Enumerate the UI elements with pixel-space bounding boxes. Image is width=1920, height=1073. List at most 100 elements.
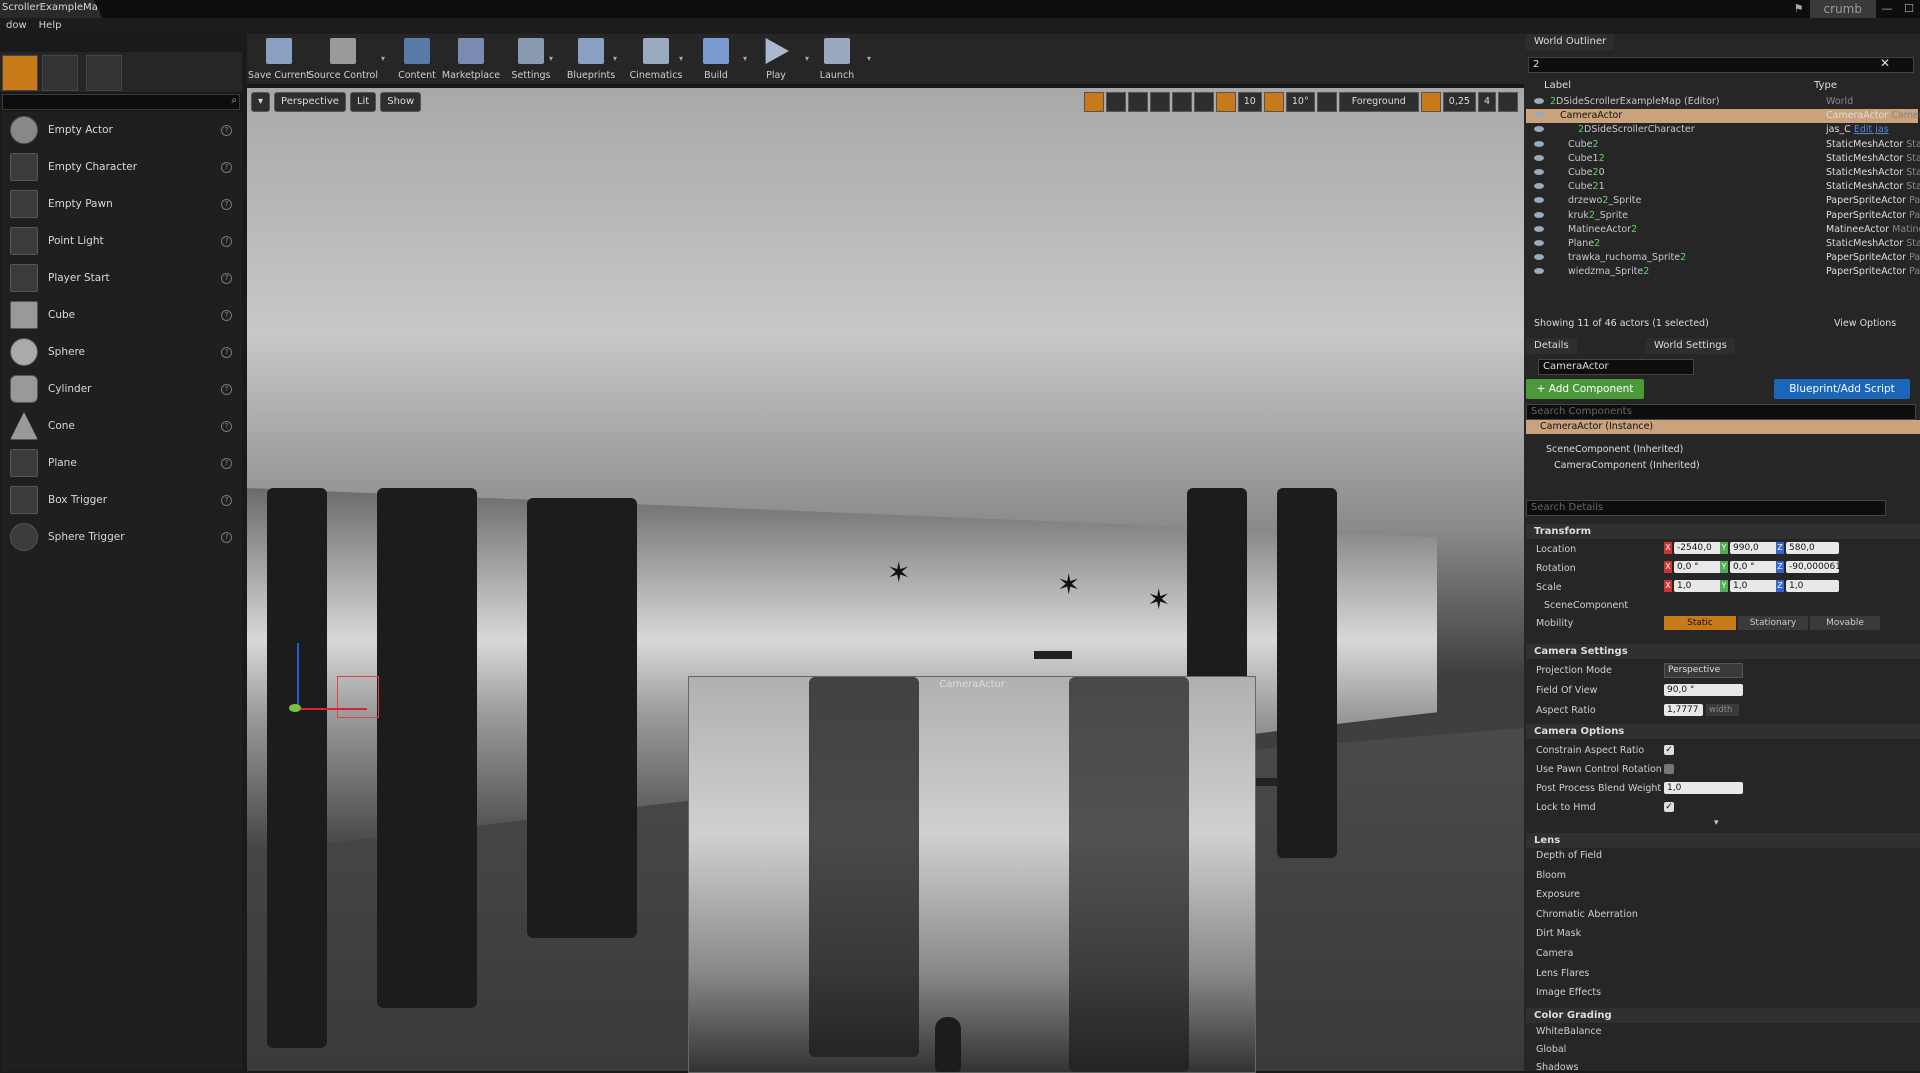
place-item-box-trigger[interactable]: Box Trigger? [2, 482, 240, 518]
col-type[interactable]: Type [1814, 80, 1837, 91]
visibility-eye-icon[interactable] [1534, 169, 1544, 175]
outliner-row[interactable]: drzewo2_Sprite PaperSpriteActor PaperSpri… [1526, 194, 1920, 208]
place-item-empty-character[interactable]: Empty Character? [2, 149, 240, 185]
pawn-rotation-checkbox[interactable] [1664, 764, 1674, 774]
translate-icon[interactable] [1083, 92, 1104, 112]
mobility-stationary-button[interactable]: Stationary [1738, 616, 1808, 630]
fov-field[interactable]: 90,0 ° [1664, 684, 1743, 696]
world-icon[interactable] [1171, 92, 1192, 112]
help-icon[interactable]: ? [221, 198, 232, 210]
aspect-unit-dropdown[interactable]: width [1706, 704, 1739, 716]
help-icon[interactable]: ? [221, 457, 232, 469]
witch-sprite[interactable]: ✶ [1147, 583, 1170, 616]
mobility-static-button[interactable]: Static [1664, 616, 1736, 630]
transform-header[interactable]: Transform [1526, 524, 1920, 539]
camera-options-header[interactable]: Camera Options [1526, 724, 1920, 739]
help-icon[interactable]: ? [221, 346, 232, 358]
place-item-plane[interactable]: Plane? [2, 445, 240, 481]
scl-z-field[interactable]: 1,0 [1786, 580, 1839, 592]
visibility-eye-icon[interactable] [1534, 154, 1544, 161]
actor-name-field[interactable]: CameraActor [1538, 359, 1694, 375]
help-icon[interactable]: ? [221, 420, 232, 432]
search-details-input[interactable]: Search Details [1526, 500, 1886, 516]
visibility-eye-icon[interactable] [1534, 225, 1544, 232]
scene-component-row[interactable]: SceneComponent (Inherited) [1546, 444, 1683, 455]
geometry-mode-icon[interactable] [86, 55, 122, 91]
cinematics-button[interactable]: Cinematics [627, 36, 685, 82]
outliner-row[interactable]: Cube12 StaticMeshActor StaticMeshActor [1526, 152, 1920, 166]
viewport-options-button[interactable]: ▾ [251, 92, 271, 112]
map-tab[interactable]: ScrollerExampleMap* [0, 0, 102, 18]
settings-button[interactable]: Settings [507, 36, 555, 82]
place-item-cone[interactable]: Cone? [2, 408, 240, 444]
grid-snap-icon[interactable] [1215, 92, 1236, 112]
outliner-row[interactable]: Cube21 StaticMeshActor StaticMeshActor [1526, 180, 1920, 194]
lit-button[interactable]: Lit [349, 92, 377, 112]
outliner-row[interactable]: MatineeActor2MatineeActor MatineeActor [1526, 223, 1920, 237]
maximize-icon[interactable]: ☐ [1898, 0, 1920, 18]
chevron-down-icon[interactable]: ▾ [613, 54, 619, 63]
help-icon[interactable]: ? [221, 161, 232, 173]
content-button[interactable]: Content [395, 36, 439, 82]
place-item-sphere[interactable]: Sphere? [2, 334, 240, 370]
blueprints-button[interactable]: Blueprints [563, 36, 619, 82]
scale-snap-icon[interactable] [1420, 92, 1441, 112]
visibility-eye-icon[interactable] [1534, 183, 1544, 190]
lens-item[interactable]: Bloom [1536, 870, 1566, 881]
menu-help[interactable]: Help [33, 18, 68, 34]
advanced-expand-icon[interactable]: ▾ [1714, 818, 1719, 828]
lens-header[interactable]: Lens [1526, 833, 1920, 848]
outliner-search-input[interactable]: 2 [1528, 57, 1914, 73]
place-item-cube[interactable]: Cube? [2, 297, 240, 333]
save-current-button[interactable]: Save Current [248, 36, 310, 82]
gizmo-x-axis[interactable] [297, 708, 367, 710]
blend-weight-field[interactable]: 1,0 [1664, 782, 1743, 794]
rotation-label[interactable]: Rotation [1536, 563, 1576, 574]
source-control-icon[interactable]: ⚑ [1788, 0, 1810, 18]
lens-item[interactable]: Camera [1536, 948, 1573, 959]
visibility-eye-icon[interactable] [1534, 211, 1544, 218]
aspect-ratio-field[interactable]: 1,7777 [1664, 704, 1703, 716]
show-button[interactable]: Show [380, 92, 422, 112]
witch-sprite[interactable]: ✶ [887, 556, 910, 589]
place-search-input[interactable]: ⌕ [2, 94, 240, 110]
type-text[interactable]: Edit jas [1854, 124, 1889, 135]
place-item-empty-pawn[interactable]: Empty Pawn? [2, 186, 240, 222]
scale-label[interactable]: Scale [1536, 582, 1562, 593]
color-grading-item[interactable]: Global [1536, 1044, 1566, 1055]
visibility-eye-icon[interactable] [1534, 254, 1544, 261]
visibility-eye-icon[interactable] [1534, 197, 1544, 204]
lens-item[interactable]: Dirt Mask [1536, 928, 1581, 939]
help-icon[interactable]: ? [221, 494, 232, 506]
scale-icon[interactable] [1149, 92, 1170, 112]
loc-z-field[interactable]: 580,0 [1786, 542, 1839, 554]
help-icon[interactable]: ? [221, 272, 232, 284]
view-options-button[interactable]: View Options [1834, 318, 1896, 329]
play-button[interactable]: Play [755, 36, 797, 82]
visibility-eye-icon[interactable] [1534, 112, 1544, 119]
outliner-row[interactable]: CameraActorCameraActor CameraActor [1526, 109, 1920, 124]
tab-world-settings[interactable]: World Settings [1646, 338, 1735, 354]
place-item-sphere-trigger[interactable]: Sphere Trigger? [2, 519, 240, 555]
blueprint-add-script-button[interactable]: Blueprint/Add Script [1774, 379, 1910, 399]
source-control-button[interactable]: Source Control [308, 36, 378, 82]
constrain-aspect-checkbox[interactable]: ✓ [1664, 745, 1674, 755]
search-components-input[interactable]: Search Components [1526, 404, 1916, 420]
perspective-button[interactable]: Perspective [274, 92, 346, 112]
outliner-row[interactable]: 2DSideScrollerExampleMap (Editor) World [1526, 95, 1918, 109]
outliner-row[interactable]: trawka_ruchoma_Sprite2 PaperSpriteActor P… [1526, 251, 1920, 265]
chevron-down-icon[interactable]: ▾ [743, 54, 749, 63]
gizmo-z-axis[interactable] [297, 643, 299, 708]
grid-snap-value[interactable]: 10 [1237, 92, 1262, 112]
location-label[interactable]: Location [1536, 544, 1576, 555]
camera-component-row[interactable]: CameraComponent (Inherited) [1554, 460, 1700, 471]
rotate-icon[interactable] [1127, 92, 1148, 112]
chevron-down-icon[interactable]: ▾ [805, 54, 811, 63]
help-icon[interactable]: ? [221, 309, 232, 321]
foliage-mode-icon[interactable] [42, 55, 78, 91]
outliner-row[interactable]: Cube20 StaticMeshActor StaticMeshActor [1526, 166, 1920, 180]
clear-search-icon[interactable]: ✕ [1880, 56, 1890, 70]
tab-world-outliner[interactable]: World Outliner [1526, 34, 1615, 50]
tab-details[interactable]: Details [1526, 338, 1577, 354]
rot-z-field[interactable]: -90,000061 ° [1786, 561, 1841, 584]
